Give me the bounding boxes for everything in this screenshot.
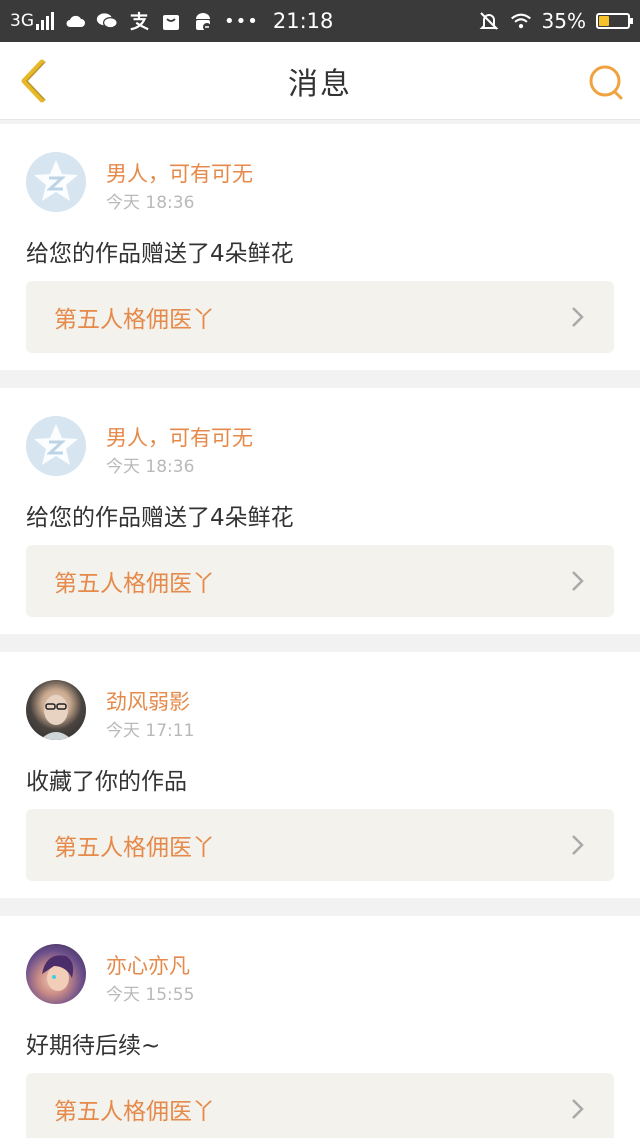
message-text: 好期待后续~ — [26, 1033, 161, 1059]
work-title: 第五人格佣医丫 — [54, 307, 215, 333]
status-bar: 3G ••• 21:18 35% — [0, 0, 640, 42]
avatar[interactable] — [26, 944, 86, 1004]
work-link[interactable]: 第五人格佣医丫 — [26, 1073, 614, 1138]
chevron-left-icon — [21, 59, 46, 103]
search-button[interactable] — [586, 62, 626, 102]
user-name[interactable]: 劲风弱影 — [106, 686, 190, 716]
avatar[interactable] — [26, 152, 86, 212]
status-left: 3G ••• 21:18 — [10, 9, 333, 33]
avatar[interactable] — [26, 416, 86, 476]
notification-card: 亦心亦凡 今天 15:55 好期待后续~ 第五人格佣医丫 — [0, 916, 640, 1138]
back-button[interactable] — [14, 56, 54, 106]
message-text: 给您的作品赠送了4朵鲜花 — [26, 505, 294, 531]
user-photo-icon — [40, 695, 72, 740]
avatar[interactable] — [26, 680, 86, 740]
message-text: 收藏了你的作品 — [26, 769, 187, 795]
wifi-icon — [510, 12, 532, 30]
network-label: 3G — [10, 11, 34, 31]
alipay-icon — [128, 11, 150, 31]
cloud-icon — [64, 12, 86, 30]
signal-icon — [36, 12, 54, 30]
notification-card: 男人，可有可无 今天 18:36 给您的作品赠送了4朵鲜花 第五人格佣医丫 — [0, 124, 640, 370]
status-right: 35% — [478, 9, 633, 33]
default-avatar-icon — [34, 424, 78, 465]
timestamp: 今天 18:36 — [106, 193, 195, 213]
work-title: 第五人格佣医丫 — [54, 571, 215, 597]
user-name[interactable]: 亦心亦凡 — [106, 950, 190, 980]
wechat-icon — [96, 12, 118, 30]
user-name[interactable]: 男人，可有可无 — [106, 158, 253, 188]
mute-icon — [478, 12, 500, 30]
default-avatar-icon — [34, 160, 78, 201]
android-debug-icon — [192, 12, 214, 31]
notification-card: 男人，可有可无 今天 18:36 给您的作品赠送了4朵鲜花 第五人格佣医丫 — [0, 388, 640, 634]
chevron-right-icon — [572, 1099, 584, 1119]
timestamp: 今天 17:11 — [106, 721, 195, 741]
chevron-right-icon — [572, 835, 584, 855]
notification-list: 男人，可有可无 今天 18:36 给您的作品赠送了4朵鲜花 第五人格佣医丫 男人… — [0, 124, 640, 1138]
nav-bar: 消息 — [0, 42, 640, 120]
work-link[interactable]: 第五人格佣医丫 — [26, 545, 614, 617]
chevron-right-icon — [572, 307, 584, 327]
battery-icon — [596, 13, 633, 29]
work-title: 第五人格佣医丫 — [54, 835, 215, 861]
page-title: 消息 — [288, 66, 352, 102]
more-notifications-icon: ••• — [224, 10, 259, 32]
shopping-bag-icon — [160, 12, 182, 30]
timestamp: 今天 18:36 — [106, 457, 195, 477]
battery-percent: 35% — [541, 9, 586, 33]
work-link[interactable]: 第五人格佣医丫 — [26, 281, 614, 353]
work-title: 第五人格佣医丫 — [54, 1099, 215, 1125]
message-text: 给您的作品赠送了4朵鲜花 — [26, 241, 294, 267]
work-link[interactable]: 第五人格佣医丫 — [26, 809, 614, 881]
chevron-right-icon — [572, 571, 584, 591]
notification-card: 劲风弱影 今天 17:11 收藏了你的作品 第五人格佣医丫 — [0, 652, 640, 898]
user-name[interactable]: 男人，可有可无 — [106, 422, 253, 452]
timestamp: 今天 15:55 — [106, 985, 195, 1005]
user-photo-icon — [42, 955, 74, 991]
status-time: 21:18 — [272, 9, 334, 33]
search-icon — [589, 65, 623, 100]
